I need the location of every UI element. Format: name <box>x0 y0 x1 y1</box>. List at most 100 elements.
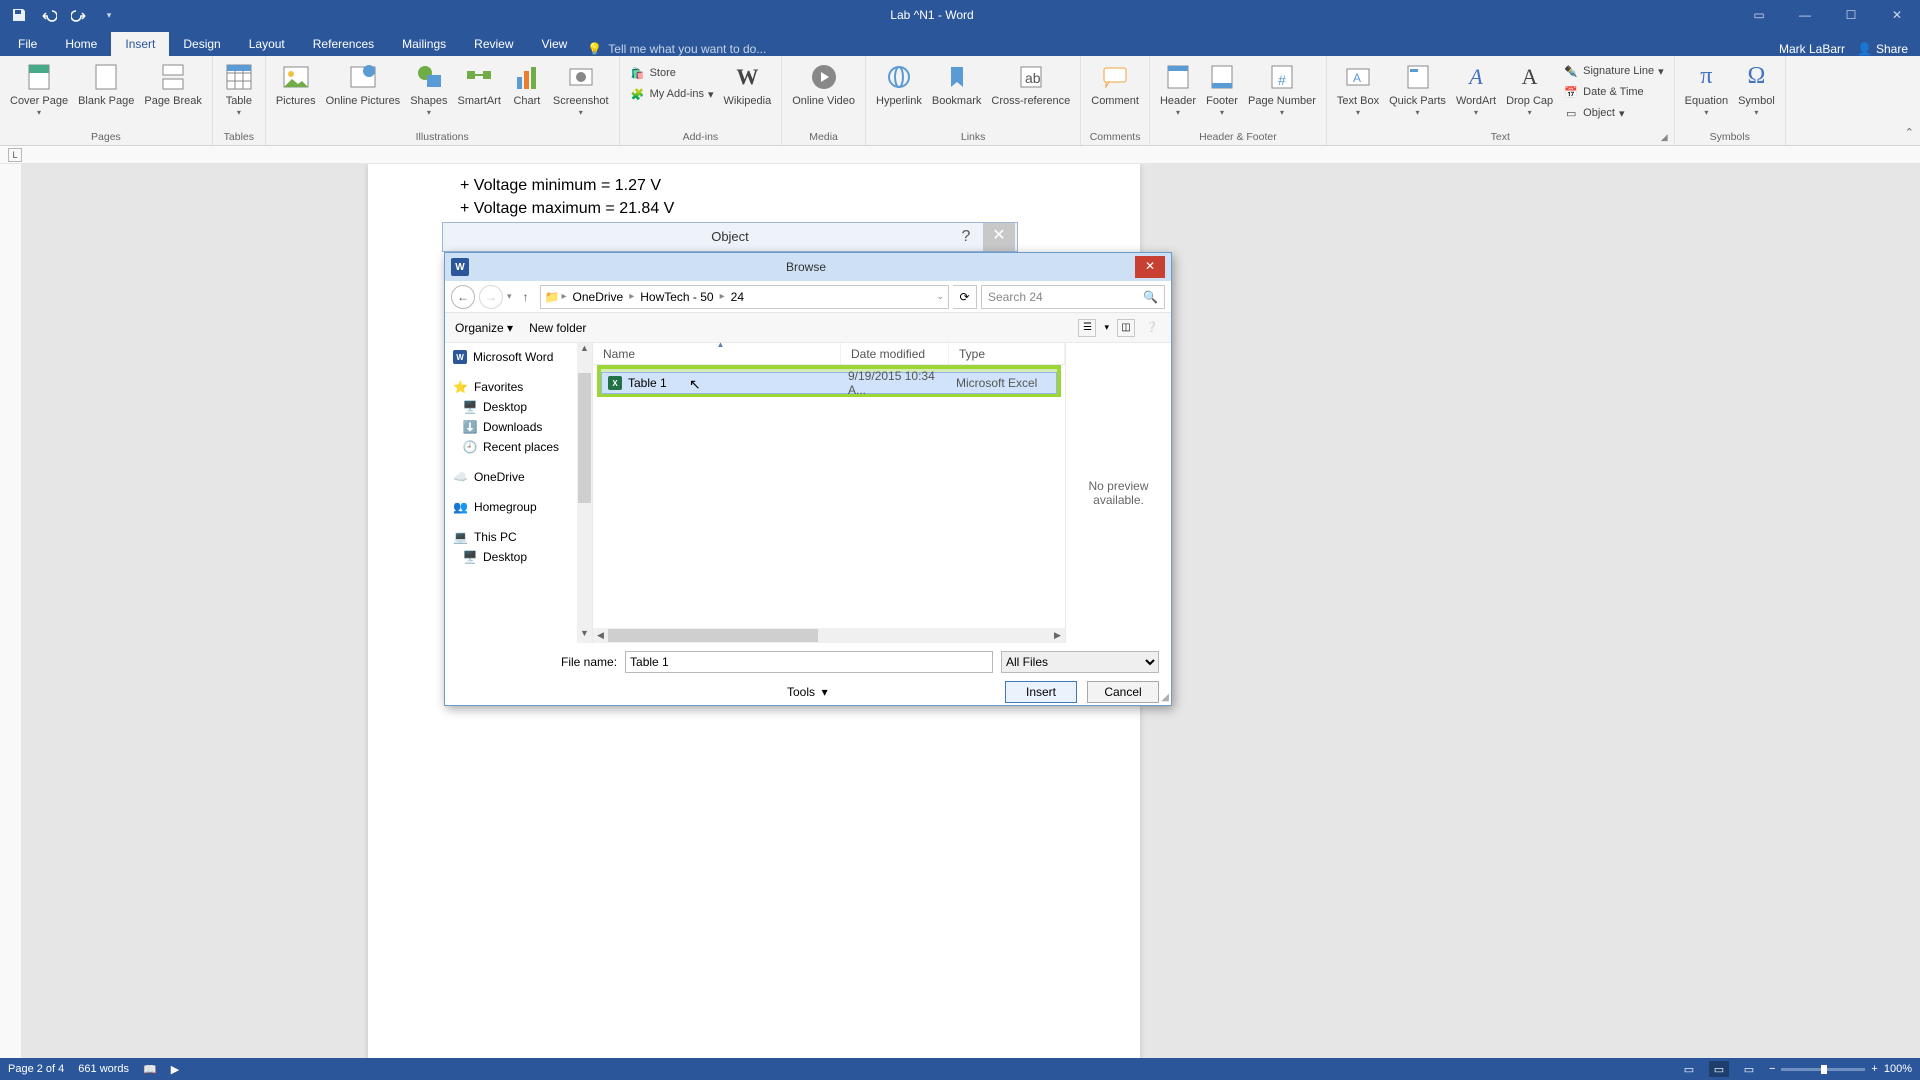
browse-close-button[interactable]: ✕ <box>1135 256 1165 278</box>
organize-button[interactable]: Organize ▾ <box>455 321 513 335</box>
sidebar-item-homegroup[interactable]: 👥Homegroup <box>445 497 592 517</box>
bookmark-button[interactable]: Bookmark <box>928 59 986 110</box>
status-words[interactable]: 661 words <box>78 1063 129 1075</box>
breadcrumb[interactable]: 📁▸ OneDrive▸ HowTech - 50▸ 24 ⌄ <box>540 285 949 309</box>
filetype-select[interactable]: All Files <box>1001 651 1159 673</box>
breadcrumb-seg[interactable]: OneDrive <box>569 290 628 304</box>
sidebar-item-word[interactable]: WMicrosoft Word <box>445 347 592 367</box>
online-pictures-button[interactable]: Online Pictures <box>322 59 405 110</box>
qat-customize-icon[interactable]: ▾ <box>98 4 120 26</box>
drop-cap-button[interactable]: ADrop Cap <box>1502 59 1557 119</box>
object-button[interactable]: ▭Object ▾ <box>1559 103 1667 123</box>
date-time-button[interactable]: 📅Date & Time <box>1559 82 1667 102</box>
zoom-slider[interactable] <box>1781 1068 1865 1071</box>
cover-page-button[interactable]: Cover Page <box>6 59 72 119</box>
tab-selector[interactable]: L <box>8 148 22 162</box>
file-row[interactable]: XTable 1 9/19/2015 10:34 A... Microsoft … <box>601 372 1057 394</box>
column-name[interactable]: ▲Name <box>593 343 841 364</box>
symbol-button[interactable]: ΩSymbol <box>1734 59 1779 119</box>
sidebar-item-favorites[interactable]: ⭐Favorites <box>445 377 592 397</box>
sidebar-item-recent[interactable]: 🕘Recent places <box>445 437 592 457</box>
macro-icon[interactable]: ▶ <box>171 1063 179 1076</box>
breadcrumb-seg[interactable]: 24 <box>727 290 748 304</box>
chart-button[interactable]: Chart <box>507 59 547 110</box>
pictures-button[interactable]: Pictures <box>272 59 320 110</box>
hyperlink-button[interactable]: Hyperlink <box>872 59 926 110</box>
object-dialog-close[interactable]: ✕ <box>983 223 1015 251</box>
tab-view[interactable]: View <box>528 32 582 56</box>
tools-button[interactable]: Tools ▾ <box>787 685 828 699</box>
status-page[interactable]: Page 2 of 4 <box>8 1063 64 1075</box>
ribbon-display-icon[interactable]: ▭ <box>1736 0 1782 30</box>
shapes-button[interactable]: Shapes <box>406 59 451 119</box>
wikipedia-button[interactable]: WWikipedia <box>720 59 776 110</box>
nav-recent-dropdown[interactable]: ▾ <box>507 291 512 302</box>
view-mode-dropdown[interactable]: ▾ <box>1104 322 1109 333</box>
zoom-level[interactable]: 100% <box>1884 1063 1912 1075</box>
equation-button[interactable]: πEquation <box>1681 59 1732 119</box>
maximize-icon[interactable]: ☐ <box>1828 0 1874 30</box>
navigation-pane[interactable]: WMicrosoft Word ⭐Favorites 🖥️Desktop ⬇️D… <box>445 343 593 643</box>
zoom-out-button[interactable]: − <box>1769 1063 1775 1075</box>
tab-references[interactable]: References <box>299 32 388 56</box>
minimize-icon[interactable]: — <box>1782 0 1828 30</box>
close-window-icon[interactable]: ✕ <box>1874 0 1920 30</box>
help-button[interactable]: ❔ <box>1143 319 1161 337</box>
nav-back-button[interactable]: ← <box>451 285 475 309</box>
store-button[interactable]: 🛍️Store <box>626 63 718 83</box>
tab-layout[interactable]: Layout <box>235 32 299 56</box>
breadcrumb-seg[interactable]: HowTech - 50 <box>636 290 717 304</box>
resize-grip-icon[interactable]: ◢ <box>1161 692 1169 703</box>
scroll-right-icon[interactable]: ▶ <box>1050 630 1065 641</box>
insert-button[interactable]: Insert <box>1005 681 1077 703</box>
redo-icon[interactable] <box>68 4 90 26</box>
tab-mailings[interactable]: Mailings <box>388 32 460 56</box>
read-mode-icon[interactable]: ▭ <box>1679 1061 1699 1077</box>
view-mode-button[interactable]: ☰ <box>1078 319 1096 337</box>
my-addins-button[interactable]: 🧩My Add-ins ▾ <box>626 84 718 104</box>
tab-design[interactable]: Design <box>169 32 234 56</box>
header-button[interactable]: Header <box>1156 59 1200 119</box>
quick-parts-button[interactable]: Quick Parts <box>1385 59 1450 119</box>
comment-button[interactable]: Comment <box>1087 59 1143 110</box>
file-hscrollbar[interactable]: ◀ ▶ <box>593 628 1065 643</box>
sidebar-scrollbar[interactable]: ▲ ▼ <box>577 343 592 643</box>
scroll-down-icon[interactable]: ▼ <box>577 628 592 643</box>
tab-insert[interactable]: Insert <box>111 32 169 56</box>
online-video-button[interactable]: Online Video <box>788 59 859 110</box>
user-name[interactable]: Mark LaBarr <box>1779 42 1845 56</box>
column-date[interactable]: Date modified <box>841 343 949 364</box>
refresh-button[interactable]: ⟳ <box>953 285 977 309</box>
wordart-button[interactable]: AWordArt <box>1452 59 1500 119</box>
sidebar-item-thispc[interactable]: 💻This PC <box>445 527 592 547</box>
web-layout-icon[interactable]: ▭ <box>1739 1061 1759 1077</box>
path-dropdown[interactable]: ⌄ <box>936 291 944 302</box>
zoom-in-button[interactable]: + <box>1871 1063 1877 1075</box>
horizontal-ruler[interactable]: L <box>0 146 1920 164</box>
search-input[interactable]: Search 24 🔍 <box>981 285 1165 309</box>
collapse-ribbon-icon[interactable]: ⌃ <box>1905 126 1914 139</box>
blank-page-button[interactable]: Blank Page <box>74 59 138 110</box>
proofing-icon[interactable]: 📖 <box>143 1063 157 1076</box>
table-button[interactable]: Table <box>219 59 259 119</box>
search-icon[interactable]: 🔍 <box>1143 290 1158 304</box>
text-box-button[interactable]: AText Box <box>1333 59 1383 119</box>
page-break-button[interactable]: Page Break <box>140 59 205 110</box>
tab-home[interactable]: Home <box>51 32 111 56</box>
sidebar-item-downloads[interactable]: ⬇️Downloads <box>445 417 592 437</box>
hscroll-thumb[interactable] <box>608 629 818 642</box>
cancel-button[interactable]: Cancel <box>1087 681 1159 703</box>
share-button[interactable]: 👤 Share <box>1857 42 1908 56</box>
sidebar-item-desktop[interactable]: 🖥️Desktop <box>445 397 592 417</box>
cross-reference-button[interactable]: abCross-reference <box>987 59 1074 110</box>
tab-review[interactable]: Review <box>460 32 527 56</box>
page-number-button[interactable]: #Page Number <box>1244 59 1320 119</box>
tell-me-search[interactable]: 💡 Tell me what you want to do... <box>587 42 766 56</box>
undo-icon[interactable] <box>38 4 60 26</box>
scroll-up-icon[interactable]: ▲ <box>577 343 592 358</box>
new-folder-button[interactable]: New folder <box>529 321 586 335</box>
sidebar-item-onedrive[interactable]: ☁️OneDrive <box>445 467 592 487</box>
text-group-launcher[interactable]: ◢ <box>1661 132 1668 143</box>
file-list[interactable]: ▲Name Date modified Type XTable 1 9/19/2… <box>593 343 1065 643</box>
nav-up-button[interactable]: ↑ <box>516 290 536 304</box>
